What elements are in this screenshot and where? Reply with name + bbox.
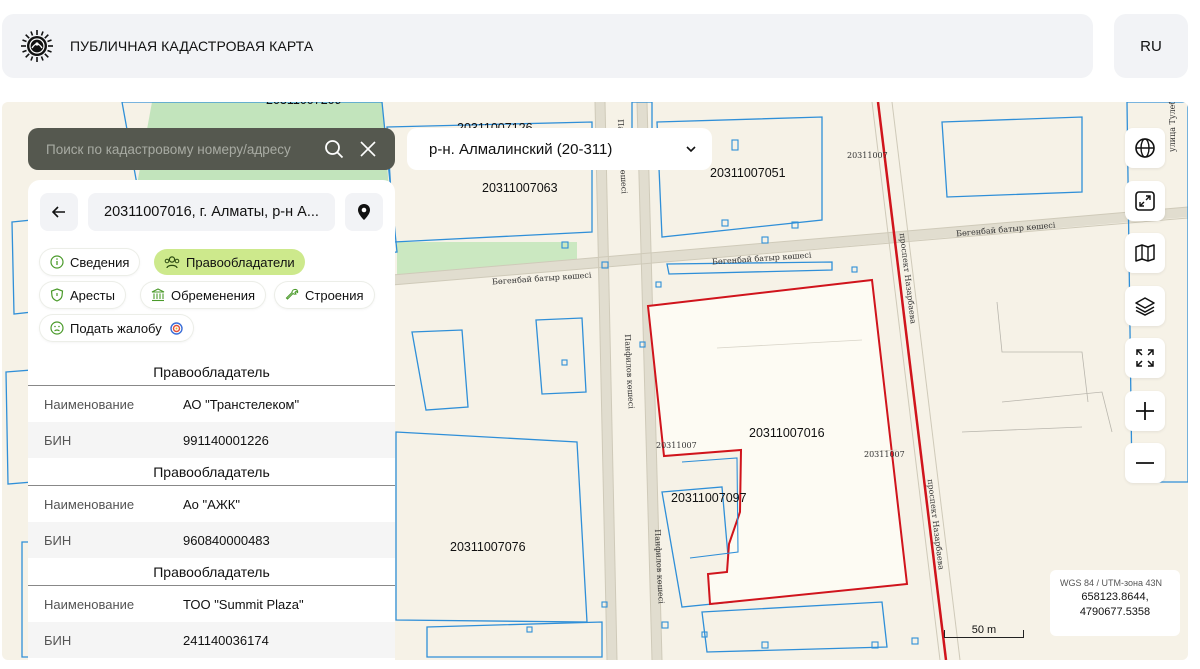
tab-encumbrances[interactable]: Обременения — [141, 282, 266, 308]
shield-icon — [50, 288, 64, 302]
locate-button[interactable] — [345, 193, 383, 231]
info-icon — [50, 255, 64, 269]
app-title: ПУБЛИЧНАЯ КАДАСТРОВАЯ КАРТА — [70, 38, 314, 54]
tab-arrests[interactable]: Аресты — [40, 282, 125, 308]
tab-label: Правообладатели — [186, 254, 295, 270]
row-key: Наименование — [44, 396, 135, 412]
parcel-label[interactable]: 20311007063 — [482, 181, 558, 195]
row-key: Наименование — [44, 596, 135, 612]
open-window-button[interactable] — [1125, 181, 1165, 221]
coordinate-x: 658123.8644, — [1081, 591, 1149, 603]
parcel-small-label: 20311007 — [656, 441, 697, 450]
zoom-in-button[interactable] — [1125, 391, 1165, 431]
row-value: ТОО "Summit Plaza" — [183, 596, 304, 612]
globe-icon — [1135, 138, 1155, 158]
table-row: Наименование АО "Транстелеком" — [28, 386, 395, 422]
parcel-label[interactable]: 20311007097 — [671, 491, 747, 505]
back-button[interactable] — [40, 193, 78, 231]
row-key: БИН — [44, 432, 72, 448]
parcel-small-label: 20311007 — [847, 151, 888, 160]
coordinate-y: 4790677.5358 — [1079, 606, 1151, 618]
egov-badge-icon — [170, 321, 183, 335]
wrench-icon — [285, 288, 299, 300]
tab-details[interactable]: Сведения — [40, 249, 140, 275]
basemap-globe-button[interactable] — [1125, 128, 1165, 168]
table-row: БИН 991140001226 — [28, 422, 395, 458]
search-bar — [28, 128, 395, 170]
tab-label: Сведения — [70, 254, 130, 270]
row-key: БИН — [44, 532, 72, 548]
table-row: Наименование Ао "АЖК" — [28, 486, 395, 522]
table-row: БИН 960840000483 — [28, 522, 395, 558]
map-icon — [1135, 244, 1155, 262]
row-value: 991140001226 — [183, 432, 269, 448]
users-icon — [164, 256, 180, 269]
sun-emblem-logo — [21, 30, 53, 62]
zoom-in-icon — [1136, 402, 1154, 420]
header-bar: ПУБЛИЧНАЯ КАДАСТРОВАЯ КАРТА — [2, 14, 1093, 78]
search-icon[interactable] — [324, 139, 344, 159]
scale-label: 50 m — [971, 624, 997, 636]
close-icon[interactable] — [358, 139, 378, 159]
owners-table: Правообладатель Наименование АО "Транстел… — [28, 358, 395, 658]
street-label: улица Тулебаева — [1168, 102, 1178, 153]
tab-label: Аресты — [70, 287, 115, 303]
parcel-label[interactable]: 20311007051 — [710, 166, 786, 180]
coordinate-system: WGS 84 / UTM-зона 43N — [1060, 578, 1163, 588]
tab-owners[interactable]: Правообладатели — [154, 249, 305, 275]
sad-face-icon — [50, 321, 64, 335]
row-key: БИН — [44, 632, 72, 648]
row-value: Ао "АЖК" — [183, 496, 240, 512]
fullscreen-button[interactable] — [1125, 338, 1165, 378]
section-title: Правообладатель — [28, 458, 395, 486]
zoom-out-icon — [1136, 462, 1154, 464]
row-value: 241140036174 — [183, 632, 269, 648]
expand-window-icon — [1135, 191, 1155, 211]
parcel-title: 20311007016, г. Алматы, р-н А... — [88, 193, 335, 231]
parcel-label[interactable]: 20311007016 — [749, 426, 825, 440]
tab-label: Подать жалобу — [70, 320, 162, 336]
chevron-down-icon — [686, 146, 696, 153]
language-button[interactable]: RU — [1114, 14, 1188, 78]
tab-buildings[interactable]: Строения — [275, 282, 374, 308]
tab-label: Строения — [305, 287, 364, 303]
parcel-small-label: 20311007 — [864, 450, 905, 459]
layers-button[interactable] — [1125, 286, 1165, 326]
arrow-left-icon — [52, 206, 65, 218]
map-type-button[interactable] — [1125, 233, 1165, 273]
map-pin-icon — [358, 204, 370, 220]
tab-label: Обременения — [171, 287, 256, 303]
bank-icon — [151, 288, 165, 302]
zoom-out-button[interactable] — [1125, 443, 1165, 483]
fullscreen-icon — [1136, 349, 1154, 367]
tab-complaint[interactable]: Подать жалобу — [40, 315, 193, 341]
layers-icon — [1135, 297, 1155, 316]
section-title: Правообладатель — [28, 558, 395, 586]
row-value: 960840000483 — [183, 532, 270, 548]
coordinates-readout: WGS 84 / UTM-зона 43N 658123.8644, 47906… — [1050, 570, 1180, 636]
search-input[interactable] — [46, 141, 316, 157]
table-row: Наименование ТОО "Summit Plaza" — [28, 586, 395, 622]
parcel-label[interactable]: 20311007076 — [450, 540, 526, 554]
scale-bar: 50 m — [944, 624, 1024, 638]
parcel-label[interactable]: 20311007209 — [266, 102, 342, 107]
row-key: Наименование — [44, 496, 135, 512]
parcel-info-panel: 20311007016, г. Алматы, р-н А... Сведени… — [28, 180, 395, 669]
row-value: АО "Транстелеком" — [183, 396, 300, 412]
district-select-value: р-н. Алмалинский (20-311) — [429, 140, 613, 158]
district-select[interactable]: р-н. Алмалинский (20-311) — [407, 128, 712, 170]
table-row: БИН 241140036174 — [28, 622, 395, 658]
section-title: Правообладатель — [28, 358, 395, 386]
